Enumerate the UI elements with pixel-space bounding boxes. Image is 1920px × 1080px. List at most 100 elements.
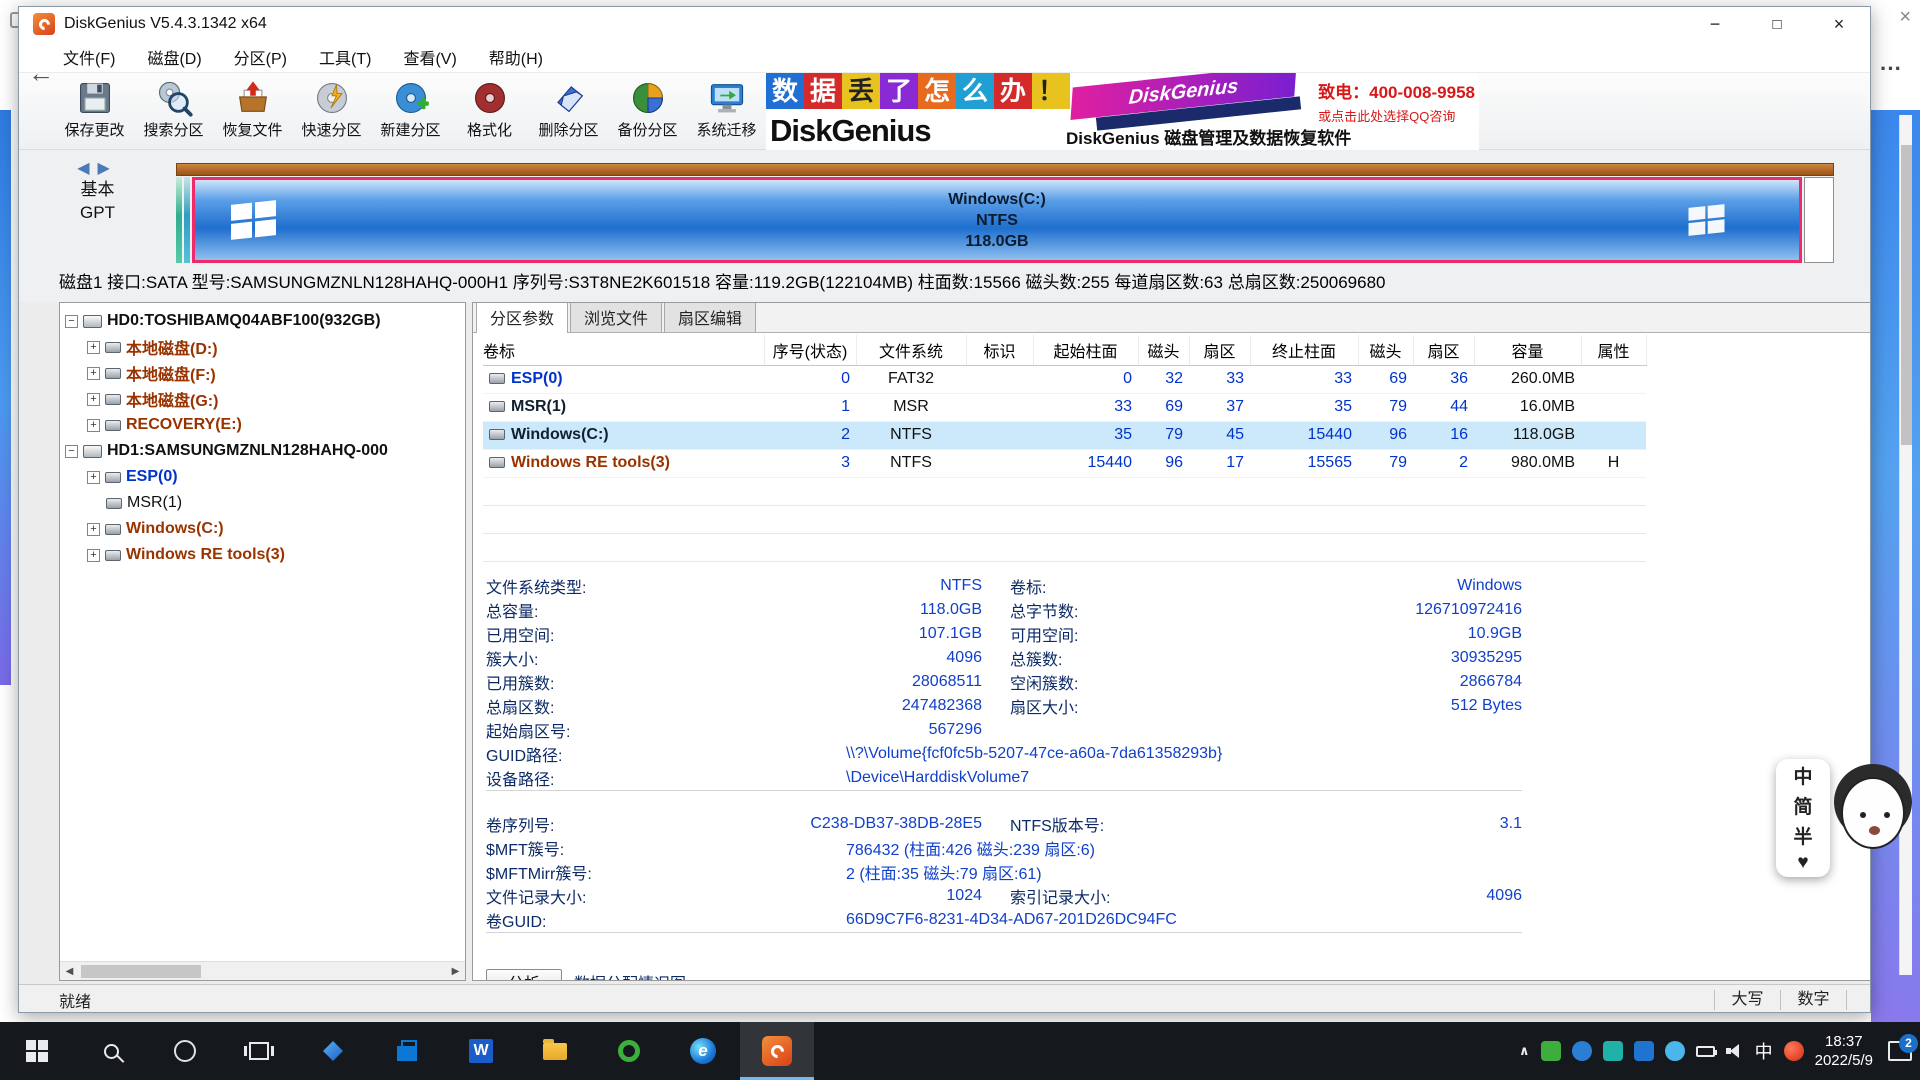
- browser-more-icon[interactable]: ···: [1880, 56, 1902, 82]
- taskbar-app-browser[interactable]: [592, 1022, 666, 1080]
- tab-2[interactable]: 扇区编辑: [664, 302, 756, 332]
- menu-item-0[interactable]: 文件(F): [47, 41, 131, 72]
- msr-partition-strip[interactable]: [184, 177, 190, 263]
- close-button[interactable]: ×: [1808, 7, 1870, 41]
- table-row[interactable]: Windows RE tools(3)3NTFS1544096171556579…: [483, 449, 1646, 477]
- ime-indicator[interactable]: 中: [1755, 1038, 1773, 1064]
- tray-icon-cloud[interactable]: [1634, 1041, 1654, 1061]
- column-header[interactable]: 标识: [966, 335, 1033, 365]
- scroll-right-icon[interactable]: ▶: [446, 966, 465, 977]
- menu-item-4[interactable]: 查看(V): [387, 41, 472, 72]
- expander-icon[interactable]: +: [87, 393, 100, 406]
- partition-tree-panel: −HD0:TOSHIBAMQ04ABF100(932GB)+本地磁盘(D:)+本…: [59, 302, 466, 981]
- taskbar-file-explorer[interactable]: [518, 1022, 592, 1080]
- tree-item[interactable]: +RECOVERY(E:): [60, 412, 465, 438]
- cortana-button[interactable]: [148, 1022, 222, 1080]
- tree-item[interactable]: +Windows RE tools(3): [60, 542, 465, 568]
- column-header[interactable]: 扇区: [1189, 335, 1250, 365]
- tree-item[interactable]: +ESP(0): [60, 464, 465, 490]
- esp-partition-strip[interactable]: [176, 177, 182, 263]
- expander-icon[interactable]: −: [65, 445, 78, 458]
- table-row[interactable]: ESP(0)0FAT3203233336936260.0MB: [483, 365, 1646, 393]
- scrollbar-thumb[interactable]: [81, 965, 201, 978]
- tree-item[interactable]: +Windows(C:): [60, 516, 465, 542]
- table-row[interactable]: MSR(1)1MSR33693735794416.0MB: [483, 393, 1646, 421]
- menu-item-5[interactable]: 帮助(H): [473, 41, 559, 72]
- column-header[interactable]: 卷标: [483, 335, 764, 365]
- backup-partition-button[interactable]: 备份分区: [608, 73, 687, 149]
- format-button[interactable]: 格式化: [450, 73, 529, 149]
- menu-item-2[interactable]: 分区(P): [218, 41, 303, 72]
- tab-1[interactable]: 浏览文件: [570, 302, 662, 332]
- menu-item-1[interactable]: 磁盘(D): [131, 41, 217, 72]
- menu-item-3[interactable]: 工具(T): [303, 41, 387, 72]
- column-header[interactable]: 磁头: [1138, 335, 1189, 365]
- taskbar-app-word[interactable]: W: [444, 1022, 518, 1080]
- new-partition-button[interactable]: 新建分区: [371, 73, 450, 149]
- volume-icon[interactable]: [1726, 1044, 1744, 1058]
- expander-icon[interactable]: +: [87, 523, 100, 536]
- tab-0[interactable]: 分区参数: [476, 302, 568, 333]
- action-center-icon[interactable]: 2: [1888, 1041, 1912, 1061]
- delete-partition-button[interactable]: 删除分区: [529, 73, 608, 149]
- toolbar-label: 保存更改: [64, 119, 124, 140]
- browser-back-icon[interactable]: ←: [28, 58, 54, 89]
- recover-files-button[interactable]: 恢复文件: [213, 73, 292, 149]
- scrollbar-thumb[interactable]: [1901, 145, 1912, 445]
- taskbar-app-store[interactable]: [370, 1022, 444, 1080]
- expander-icon[interactable]: +: [87, 367, 100, 380]
- prev-disk-icon[interactable]: ◀: [77, 160, 97, 177]
- minimize-button[interactable]: −: [1684, 7, 1746, 41]
- search-partition-button[interactable]: 搜索分区: [134, 73, 213, 149]
- expander-icon[interactable]: +: [87, 341, 100, 354]
- task-view-button[interactable]: [222, 1022, 296, 1080]
- expander-icon[interactable]: +: [87, 549, 100, 562]
- column-header[interactable]: 序号(状态): [764, 335, 856, 365]
- expander-icon[interactable]: −: [65, 315, 78, 328]
- expander-icon[interactable]: +: [87, 471, 100, 484]
- tree-item[interactable]: +本地磁盘(F:): [60, 360, 465, 386]
- ime-widget[interactable]: 中简半♥: [1776, 759, 1830, 877]
- tray-icon-blue[interactable]: [1572, 1041, 1592, 1061]
- tree-horizontal-scrollbar[interactable]: ◀ ▶: [60, 961, 465, 980]
- ad-banner[interactable]: 数据丢了怎么办！ DiskGenius DiskGenius DiskGeniu…: [766, 73, 1479, 150]
- taskbar-app-1[interactable]: [296, 1022, 370, 1080]
- taskbar-clock[interactable]: 18:37 2022/5/9: [1815, 1032, 1873, 1070]
- start-button[interactable]: [0, 1022, 74, 1080]
- analyze-button[interactable]: 分析: [486, 969, 562, 982]
- windows-c-partition-block[interactable]: Windows(C:) NTFS 118.0GB: [192, 177, 1802, 263]
- taskbar-app-edge[interactable]: e: [666, 1022, 740, 1080]
- column-header[interactable]: 容量: [1474, 335, 1581, 365]
- power-icon[interactable]: [1696, 1046, 1715, 1057]
- tray-icon-snowflake[interactable]: [1665, 1041, 1685, 1061]
- quick-partition-button[interactable]: 快速分区: [292, 73, 371, 149]
- column-header[interactable]: 起始柱面: [1033, 335, 1138, 365]
- tree-item[interactable]: +本地磁盘(G:): [60, 386, 465, 412]
- next-disk-icon[interactable]: ▶: [98, 160, 118, 177]
- system-migration-button[interactable]: 系统迁移: [687, 73, 766, 149]
- table-row[interactable]: Windows(C:)2NTFS357945154409616118.0GB: [483, 421, 1646, 449]
- save-changes-button[interactable]: 保存更改: [55, 73, 134, 149]
- taskbar-search-button[interactable]: [74, 1022, 148, 1080]
- background-close-icon[interactable]: ×: [1899, 6, 1911, 29]
- tree-item[interactable]: −HD0:TOSHIBAMQ04ABF100(932GB): [60, 308, 465, 334]
- tray-icon-red[interactable]: [1784, 1041, 1804, 1061]
- wallpaper-left-strip: [0, 110, 11, 685]
- re-tools-partition-block[interactable]: [1804, 177, 1834, 263]
- column-header[interactable]: 扇区: [1413, 335, 1474, 365]
- maximize-button[interactable]: □: [1746, 7, 1808, 41]
- taskbar-app-diskgenius[interactable]: [740, 1022, 814, 1080]
- expander-icon[interactable]: +: [87, 419, 100, 432]
- column-header[interactable]: 文件系统: [856, 335, 966, 365]
- tray-icon-teal[interactable]: [1603, 1041, 1623, 1061]
- tray-expand-icon[interactable]: ∧: [1519, 1043, 1530, 1059]
- tree-item[interactable]: −HD1:SAMSUNGMZNLN128HAHQ-000: [60, 438, 465, 464]
- scroll-left-icon[interactable]: ◀: [60, 966, 79, 977]
- column-header[interactable]: 属性: [1581, 335, 1646, 365]
- column-header[interactable]: 终止柱面: [1250, 335, 1358, 365]
- tree-item[interactable]: MSR(1): [60, 490, 465, 516]
- tray-icon-green[interactable]: [1541, 1041, 1561, 1061]
- banner-qq-link[interactable]: 或点击此处选择QQ咨询: [1318, 106, 1475, 125]
- tree-item[interactable]: +本地磁盘(D:): [60, 334, 465, 360]
- column-header[interactable]: 磁头: [1358, 335, 1413, 365]
